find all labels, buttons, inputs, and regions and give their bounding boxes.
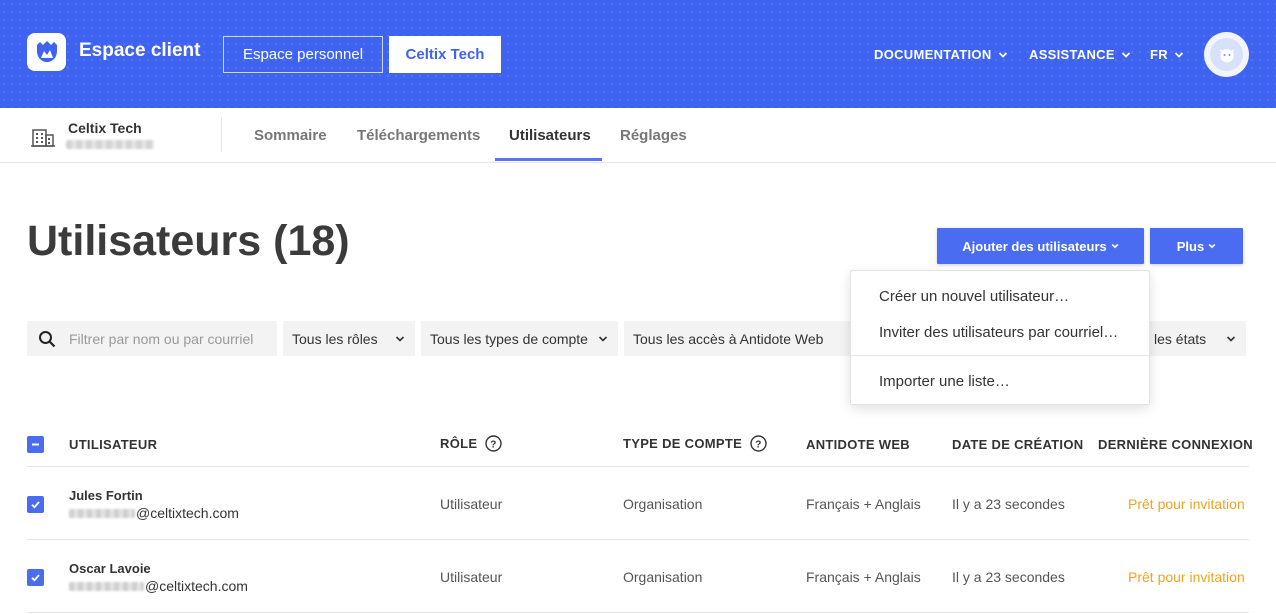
user-name[interactable]: Oscar Lavoie xyxy=(69,561,151,576)
row-divider xyxy=(27,612,1249,613)
organization-space-button[interactable]: Celtix Tech xyxy=(389,36,501,73)
user-status-ready: Prêt pour invitation xyxy=(1128,496,1245,512)
menu-assistance-label: ASSISTANCE xyxy=(1029,47,1115,62)
menu-divider xyxy=(851,355,1149,356)
tab-sommaire[interactable]: Sommaire xyxy=(254,127,327,144)
menu-item-import-list[interactable]: Importer une liste… xyxy=(879,373,1010,390)
search-icon xyxy=(39,331,56,348)
menu-item-invite-users[interactable]: Inviter des utilisateurs par courriel… xyxy=(879,324,1118,341)
column-header-creation-date-label: DATE DE CRÉATION xyxy=(952,437,1084,452)
divider xyxy=(221,118,222,152)
app-logo[interactable] xyxy=(27,33,66,71)
personal-space-button[interactable]: Espace personnel xyxy=(223,36,383,73)
top-header: Espace client Espace personnel Celtix Te… xyxy=(0,0,1276,108)
state-filter-select[interactable]: les états xyxy=(1145,321,1246,356)
user-account-type: Organisation xyxy=(623,496,703,512)
user-email: @celtixtech.com xyxy=(69,505,239,521)
column-header-role-label: RÔLE xyxy=(440,436,478,451)
more-label: Plus xyxy=(1176,238,1205,254)
account-type-filter-label: Tous les types de compte xyxy=(430,330,588,347)
chevron-down-icon xyxy=(1174,51,1184,58)
email-local-redacted xyxy=(69,581,144,591)
page-title: Utilisateurs (18) xyxy=(27,217,350,265)
chevron-down-icon xyxy=(598,336,608,342)
column-header-account-type-label: TYPE DE COMPTE xyxy=(623,436,743,451)
user-avatar[interactable] xyxy=(1204,32,1249,77)
chevron-down-icon xyxy=(998,51,1007,58)
menu-item-create-user[interactable]: Créer un nouvel utilisateur… xyxy=(879,288,1069,305)
user-antidote-web: Français + Anglais xyxy=(806,569,921,585)
account-type-filter-select[interactable]: Tous les types de compte xyxy=(421,321,618,356)
column-header-creation-date[interactable]: DATE DE CRÉATION xyxy=(952,437,1083,452)
search-input[interactable]: Filtrer par nom ou par courriel xyxy=(27,321,277,356)
menu-assistance[interactable]: ASSISTANCE xyxy=(1029,47,1131,62)
antidote-access-filter-label: Tous les accès à Antidote Web xyxy=(633,330,824,347)
minus-icon xyxy=(32,443,39,446)
menu-documentation[interactable]: DOCUMENTATION xyxy=(874,47,1008,62)
user-creation-date: Il y a 23 secondes xyxy=(952,569,1065,585)
column-header-account-type[interactable]: TYPE DE COMPTE ? xyxy=(623,435,767,452)
add-users-label: Ajouter des utilisateurs xyxy=(962,238,1107,254)
add-users-button[interactable]: Ajouter des utilisateurs xyxy=(937,228,1144,264)
row-divider xyxy=(27,539,1249,540)
check-icon xyxy=(31,501,40,509)
user-email-domain: @celtixtech.com xyxy=(145,578,248,594)
user-role: Utilisateur xyxy=(440,496,503,512)
column-header-antidote-web[interactable]: ANTIDOTE WEB xyxy=(806,437,910,452)
active-tab-indicator xyxy=(495,158,602,161)
column-header-user-label: UTILISATEUR xyxy=(69,437,158,452)
menu-language-label: FR xyxy=(1150,47,1168,62)
email-local-redacted xyxy=(69,508,135,518)
roles-filter-select[interactable]: Tous les rôles xyxy=(283,321,415,356)
logo-icon xyxy=(36,41,57,62)
user-account-type: Organisation xyxy=(623,569,703,585)
menu-documentation-label: DOCUMENTATION xyxy=(874,47,992,62)
more-button[interactable]: Plus xyxy=(1150,228,1243,264)
column-header-antidote-web-label: ANTIDOTE WEB xyxy=(806,437,910,452)
help-icon[interactable]: ? xyxy=(750,435,767,452)
row-checkbox[interactable] xyxy=(27,569,44,586)
help-icon[interactable]: ? xyxy=(485,435,503,452)
user-creation-date: Il y a 23 secondes xyxy=(952,496,1065,512)
user-status-ready: Prêt pour invitation xyxy=(1128,569,1245,585)
app-title: Espace client xyxy=(79,40,201,61)
tab-utilisateurs[interactable]: Utilisateurs xyxy=(509,127,591,144)
menu-language[interactable]: FR xyxy=(1150,47,1184,62)
column-header-user[interactable]: UTILISATEUR xyxy=(69,437,157,452)
state-filter-label: les états xyxy=(1154,330,1207,347)
organization-name: Celtix Tech xyxy=(68,120,142,136)
search-placeholder: Filtrer par nom ou par courriel xyxy=(69,330,254,347)
chevron-down-icon xyxy=(1208,243,1216,249)
svg-text:?: ? xyxy=(755,440,761,451)
avatar-face-icon xyxy=(1210,38,1243,71)
column-header-role[interactable]: RÔLE ? xyxy=(440,435,503,452)
chevron-down-icon xyxy=(395,336,405,342)
building-icon xyxy=(31,129,55,147)
row-divider xyxy=(27,466,1249,467)
tab-telechargements[interactable]: Téléchargements xyxy=(357,127,480,144)
add-users-dropdown-menu: Créer un nouvel utilisateur… Inviter des… xyxy=(850,270,1150,405)
roles-filter-label: Tous les rôles xyxy=(292,330,378,347)
organization-id-redacted xyxy=(66,140,154,149)
user-name[interactable]: Jules Fortin xyxy=(69,488,143,503)
organization-subnav: Celtix Tech Sommaire Téléchargements Uti… xyxy=(0,108,1276,163)
svg-text:?: ? xyxy=(491,440,497,451)
chevron-down-icon xyxy=(1111,243,1119,249)
user-role: Utilisateur xyxy=(440,569,503,585)
column-header-last-login[interactable]: DERNIÈRE CONNEXION xyxy=(1098,437,1253,452)
column-header-last-login-label: DERNIÈRE CONNEXION xyxy=(1098,437,1253,452)
user-antidote-web: Français + Anglais xyxy=(806,496,921,512)
user-email-domain: @celtixtech.com xyxy=(136,505,239,521)
antidote-access-filter-select[interactable]: Tous les accès à Antidote Web xyxy=(624,321,850,356)
row-checkbox[interactable] xyxy=(27,496,44,513)
select-all-checkbox[interactable] xyxy=(27,436,44,453)
chevron-down-icon xyxy=(1121,51,1130,58)
user-email: @celtixtech.com xyxy=(69,578,248,594)
chevron-down-icon xyxy=(1226,336,1236,342)
tab-reglages[interactable]: Réglages xyxy=(620,127,687,144)
check-icon xyxy=(31,574,40,582)
